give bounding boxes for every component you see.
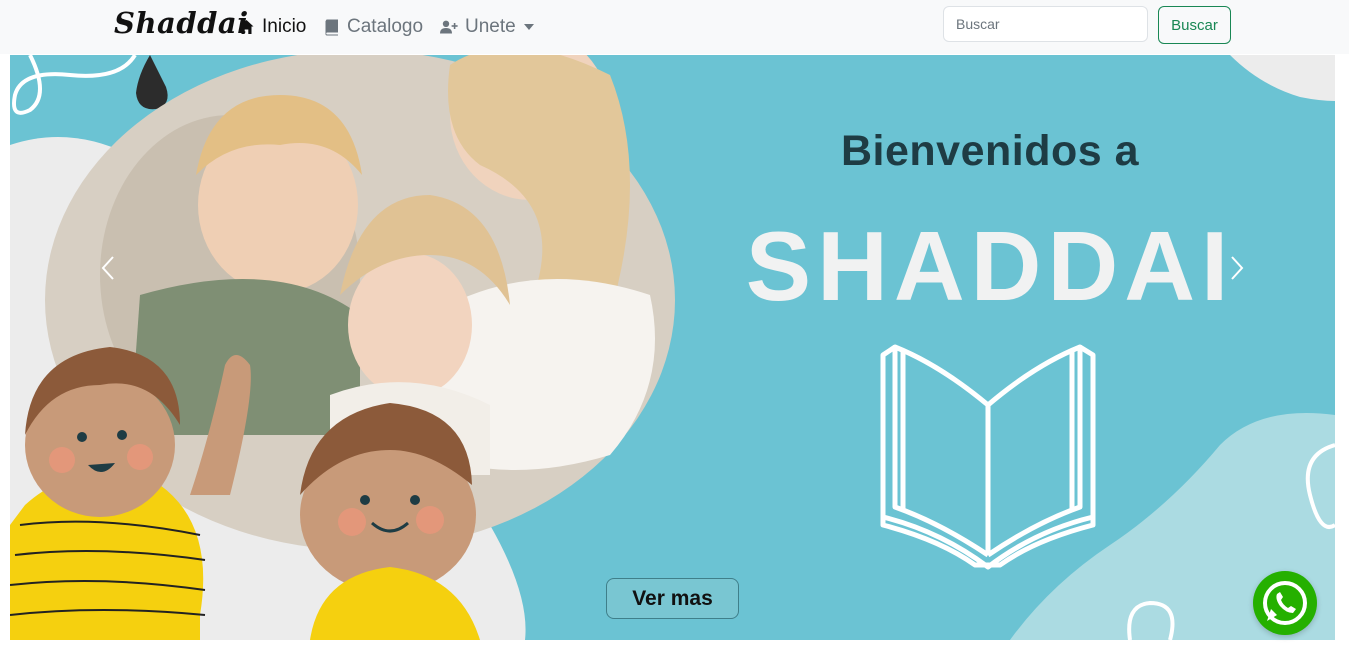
nav-link-label: Catalogo (347, 16, 424, 37)
carousel-next-button[interactable] (1217, 255, 1257, 281)
chevron-left-icon (101, 256, 114, 280)
nav-link-label: Inicio (262, 16, 307, 37)
nav-link-label: Unete (465, 16, 516, 37)
hero-title: SHADDAI (745, 211, 1235, 321)
chevron-right-icon (1231, 256, 1244, 280)
whatsapp-icon (1263, 581, 1307, 625)
ver-mas-button[interactable]: Ver mas (606, 578, 739, 619)
house-icon (239, 20, 254, 34)
search-button[interactable]: Buscar (1158, 6, 1231, 44)
search-input[interactable] (943, 6, 1148, 42)
hero-welcome-text: Bienvenidos a (840, 127, 1140, 175)
brand-logo[interactable]: Shaddai (114, 6, 249, 40)
hero-carousel: Bienvenidos a SHADDAI Ver mas (10, 55, 1335, 640)
nav-link-inicio[interactable]: Inicio (238, 14, 306, 40)
chevron-down-icon (523, 24, 534, 30)
book-icon (325, 19, 338, 35)
nav-link-catalogo[interactable]: Catalogo (324, 14, 423, 40)
person-plus-icon (440, 20, 458, 34)
nav-link-unete[interactable]: Unete (440, 14, 534, 40)
whatsapp-button[interactable] (1253, 571, 1317, 635)
navbar: Shaddai Inicio Catalogo Unete Buscar (0, 0, 1349, 54)
carousel-prev-button[interactable] (88, 255, 128, 281)
